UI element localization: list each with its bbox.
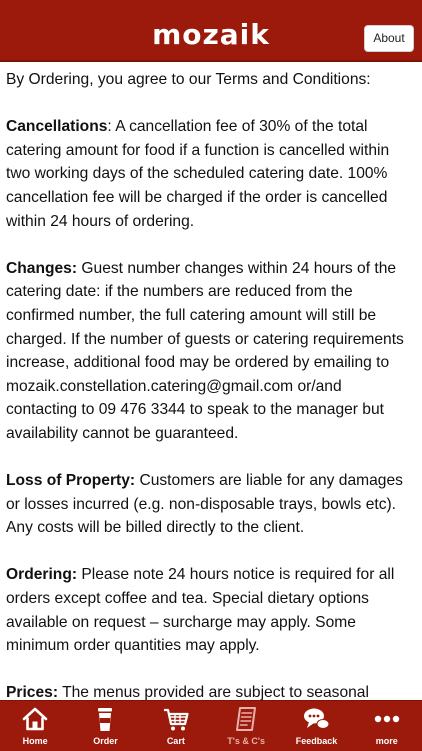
tab-more[interactable]: more <box>352 701 422 751</box>
section-heading: Ordering: <box>6 566 78 584</box>
section-prices: Prices: The menus provided are subject t… <box>6 681 416 700</box>
section-ordering: Ordering: Please note 24 hours notice is… <box>6 563 416 657</box>
cart-icon <box>163 708 189 731</box>
section-heading: Changes: <box>6 259 78 277</box>
coffee-cup-icon <box>98 708 113 731</box>
tab-home[interactable]: Home <box>0 701 70 751</box>
terms-content[interactable]: By Ordering, you agree to our Terms and … <box>0 62 422 700</box>
section-body: Guest number changes within 24 hours of … <box>6 259 404 442</box>
tab-cart[interactable]: Cart <box>141 701 211 751</box>
tab-label: Home <box>22 736 48 746</box>
section-cancellations: Cancellations: A cancellation fee of 30%… <box>6 118 390 230</box>
document-icon <box>236 707 257 731</box>
section-heading: Cancellations <box>6 118 108 136</box>
section-heading: Loss of Property: <box>6 472 136 490</box>
tab-order[interactable]: Order <box>70 701 140 751</box>
bottom-tab-bar: Home Order Cart T's & C's Feedback more <box>0 700 422 751</box>
tab-label: Order <box>93 736 118 746</box>
section-heading: Prices: <box>6 684 59 700</box>
section-loss-of-property: Loss of Property: Customers are liable f… <box>6 469 416 540</box>
section-changes: Changes: Guest number changes within 24 … <box>6 257 416 446</box>
more-icon <box>374 715 399 723</box>
tab-feedback[interactable]: Feedback <box>281 701 351 751</box>
about-button[interactable]: About <box>364 25 414 52</box>
tab-terms[interactable]: T's & C's <box>211 701 281 751</box>
mozaik-logo: mozaik <box>152 18 270 51</box>
section-body: The menus provided are subject to season… <box>62 684 369 700</box>
tab-label: more <box>375 736 398 746</box>
home-icon <box>22 707 48 731</box>
terms-intro: By Ordering, you agree to our Terms and … <box>6 71 371 88</box>
tab-label: T's & C's <box>227 736 266 746</box>
tab-label: Cart <box>166 736 185 746</box>
tab-label: Feedback <box>295 736 338 746</box>
app-header: mozaik About <box>0 0 422 62</box>
chat-icon <box>304 708 330 729</box>
